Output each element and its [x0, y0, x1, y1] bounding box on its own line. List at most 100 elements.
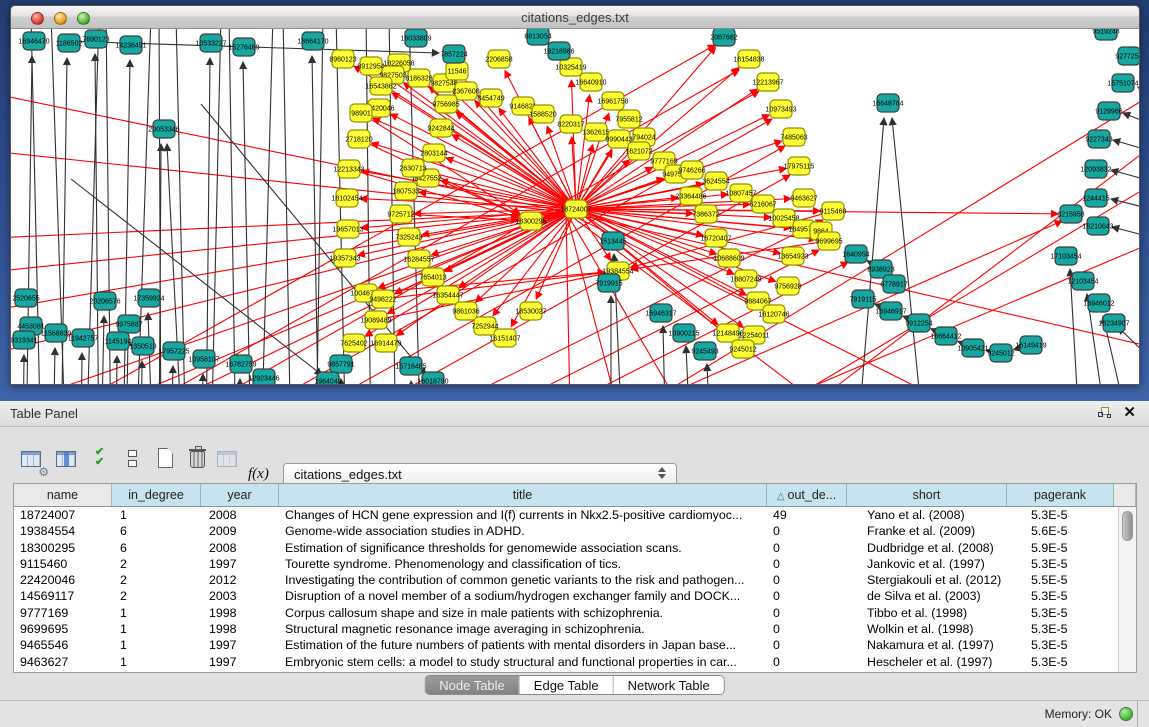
table-cell[interactable]: 2009 — [201, 523, 279, 539]
table-cell[interactable]: 5.6E-5 — [1007, 523, 1114, 539]
table-cell[interactable]: 22420046 — [14, 572, 112, 588]
table-cell[interactable]: 9699695 — [14, 621, 112, 637]
column-header-in_degree[interactable]: in_degree — [112, 484, 201, 506]
tab-network-table[interactable]: Network Table — [614, 676, 724, 694]
table-cell[interactable]: Changes of HCN gene expression and I(f) … — [279, 507, 767, 523]
table-row[interactable]: 946362711997Embryonic stem cells: a mode… — [14, 654, 1118, 670]
table-cell[interactable]: 0 — [767, 540, 847, 556]
tab-edge-table[interactable]: Edge Table — [520, 676, 614, 694]
graph-edge[interactable] — [411, 381, 416, 385]
graph-edge[interactable] — [171, 366, 173, 385]
table-cell[interactable]: 0 — [767, 654, 847, 670]
table-cell[interactable]: 9115460 — [14, 556, 112, 572]
graph-edge[interactable] — [1111, 170, 1140, 181]
table-cell[interactable]: 1 — [112, 621, 201, 637]
table-cell[interactable]: 1 — [112, 507, 201, 523]
table-cell[interactable]: 0 — [767, 621, 847, 637]
table-cell[interactable]: 1 — [112, 654, 201, 670]
table-cell[interactable]: 1998 — [201, 605, 279, 621]
table-cell[interactable]: 9777169 — [14, 605, 112, 621]
graph-edge[interactable] — [201, 374, 203, 385]
table-cell[interactable]: de Silva et al. (2003) — [847, 588, 1007, 604]
table-cell[interactable]: 0 — [767, 523, 847, 539]
table-cell[interactable]: 1 — [112, 605, 201, 621]
table-cell[interactable]: 6 — [112, 523, 201, 539]
table-cell[interactable]: Structural magnetic resonance image aver… — [279, 621, 767, 637]
table-cell[interactable]: 2 — [112, 572, 201, 588]
column-header-title[interactable]: title — [279, 484, 767, 506]
window-titlebar[interactable]: citations_edges.txt — [11, 6, 1139, 29]
table-cell[interactable]: Estimation of significance thresholds fo… — [279, 540, 767, 556]
graph-edge[interactable] — [385, 274, 605, 319]
graph-edge[interactable] — [1112, 227, 1140, 237]
table-cell[interactable]: Nakamura et al. (1997) — [847, 637, 1007, 653]
table-cell[interactable]: 9463627 — [14, 654, 112, 670]
graph-edge[interactable] — [141, 361, 142, 385]
graph-edge[interactable] — [23, 355, 24, 385]
graph-edge[interactable] — [1113, 140, 1140, 151]
table-cell[interactable]: 1 — [112, 637, 201, 653]
table-row[interactable]: 911546021997Tourette syndrome. Phenomeno… — [14, 556, 1118, 572]
graph-edge[interactable] — [566, 212, 711, 385]
table-cell[interactable]: 0 — [767, 572, 847, 588]
function-builder-button[interactable]: f(x) — [248, 466, 269, 483]
graph-edge[interactable] — [229, 29, 236, 385]
table-cell[interactable]: 2008 — [201, 540, 279, 556]
table-row[interactable]: 2242004622012Investigating the contribut… — [14, 572, 1118, 588]
graph-edge[interactable] — [11, 212, 566, 239]
graph-edge[interactable] — [577, 95, 589, 200]
table-cell[interactable]: 14569117 — [14, 588, 112, 604]
table-cell[interactable]: 2012 — [201, 572, 279, 588]
table-row[interactable]: 969969511998Structural magnetic resonanc… — [14, 621, 1118, 637]
graph-edge[interactable] — [431, 212, 567, 255]
tab-node-table[interactable]: Node Table — [425, 676, 520, 694]
table-cell[interactable]: Tibbo et al. (1998) — [847, 605, 1007, 621]
table-row[interactable]: 977716911998Corpus callosum shape and si… — [14, 605, 1118, 621]
table-cell[interactable]: Investigating the contribution of common… — [279, 572, 767, 588]
network-view-window[interactable]: citations_edges.txt 18724007896012389129… — [10, 5, 1140, 385]
table-cell[interactable]: 1997 — [201, 654, 279, 670]
table-cell[interactable]: 9465546 — [14, 637, 112, 653]
scrollbar-thumb[interactable] — [1122, 511, 1133, 541]
table-cell[interactable]: Estimation of the future numbers of pati… — [279, 637, 767, 653]
graph-edge[interactable] — [1123, 113, 1140, 124]
table-cell[interactable]: 0 — [767, 605, 847, 621]
column-header-name[interactable]: name — [14, 484, 112, 506]
column-header-pagerank[interactable]: pagerank — [1007, 484, 1114, 506]
table-cell[interactable]: Corpus callosum shape and size in male p… — [279, 605, 767, 621]
table-cell[interactable]: 18300295 — [14, 540, 112, 556]
graph-edge[interactable] — [1138, 87, 1140, 95]
column-header-short[interactable]: short — [847, 484, 1007, 506]
graph-edge[interactable] — [341, 379, 349, 385]
table-cell[interactable]: Yano et al. (2008) — [847, 507, 1007, 523]
table-row[interactable]: 1938455462009Genome-wide association stu… — [14, 523, 1118, 539]
graph-edge[interactable] — [239, 379, 240, 385]
graph-edge[interactable] — [243, 62, 251, 385]
delete-table-button[interactable] — [184, 445, 212, 475]
graph-edge[interactable] — [445, 213, 568, 272]
table-cell[interactable]: Disruption of a novel member of a sodium… — [279, 588, 767, 604]
table-cell[interactable]: 1997 — [201, 556, 279, 572]
row-options-button[interactable] — [119, 445, 147, 475]
table-row[interactable]: 1830029562008Estimation of significance … — [14, 540, 1118, 556]
graph-edge[interactable] — [211, 29, 221, 385]
table-cell[interactable]: 5.3E-5 — [1007, 507, 1114, 523]
create-table-button[interactable] — [152, 445, 180, 475]
table-cell[interactable]: 6 — [112, 540, 201, 556]
show-columns-button[interactable] — [53, 445, 81, 475]
table-cell[interactable]: 0 — [767, 556, 847, 572]
table-row[interactable]: 1456911722003Disruption of a novel membe… — [14, 588, 1118, 604]
table-cell[interactable]: 5.3E-5 — [1007, 654, 1114, 670]
graph-edge[interactable] — [892, 118, 926, 385]
select-all-columns-button[interactable]: ✔✔ — [87, 445, 115, 475]
table-row[interactable]: 946554611997Estimation of the future num… — [14, 637, 1118, 653]
close-panel-icon[interactable]: ✕ — [1123, 404, 1136, 422]
table-cell[interactable]: Hescheler et al. (1997) — [847, 654, 1007, 670]
table-cell[interactable]: Jankovic et al. (1997) — [847, 556, 1007, 572]
table-cell[interactable]: 5.9E-5 — [1007, 540, 1114, 556]
graph-edge[interactable] — [176, 29, 186, 385]
table-cell[interactable]: Dudbridge et al. (2008) — [847, 540, 1007, 556]
table-cell[interactable]: Embryonic stem cells: a model to study s… — [279, 654, 767, 670]
table-cell[interactable]: Wolkin et al. (1998) — [847, 621, 1007, 637]
table-cell[interactable]: 5.3E-5 — [1007, 637, 1114, 653]
